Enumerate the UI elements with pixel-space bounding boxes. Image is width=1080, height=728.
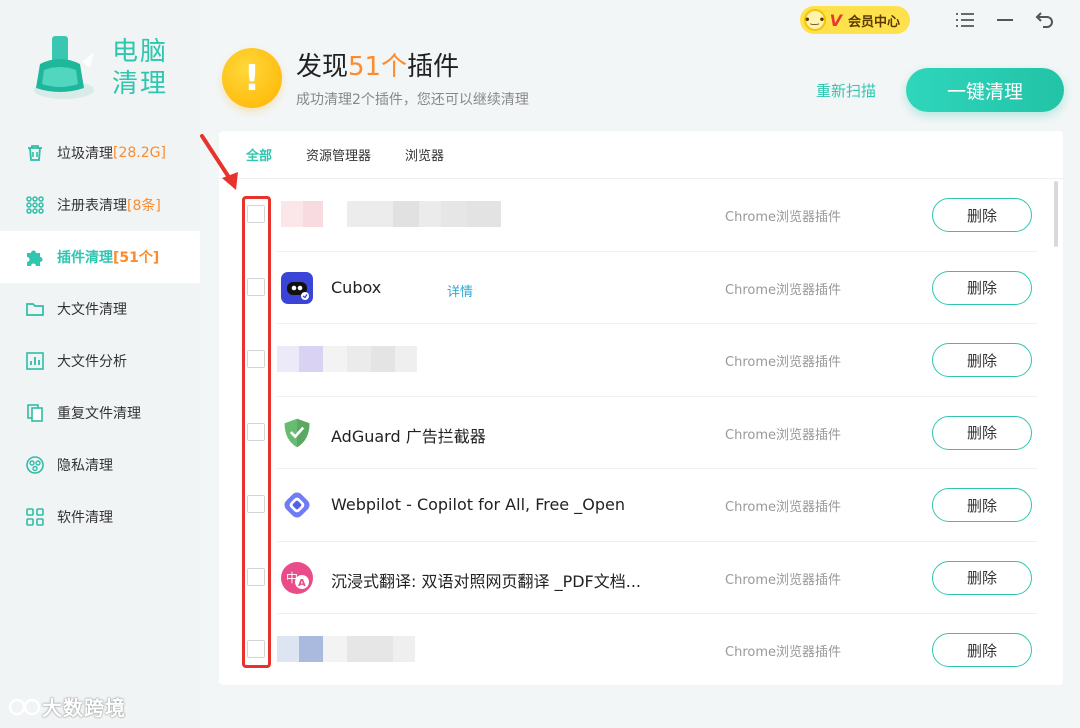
title-suffix: 插件 <box>407 52 460 82</box>
checkbox-highlight-annotation <box>242 196 271 668</box>
tab-browser[interactable]: 浏览器 <box>405 145 444 164</box>
vip-center-button[interactable]: •‿• V 会员中心 <box>799 6 910 34</box>
sidebar-nav: 垃圾清理 [28.2G] 注册表清理 [8条] 插件清理 [51个] 大文件清理 大文… <box>0 127 200 543</box>
scrollbar-thumb[interactable] <box>1054 181 1058 247</box>
plugin-name: Cubox <box>331 277 382 297</box>
privacy-icon <box>24 454 46 476</box>
apps-icon <box>24 506 46 528</box>
back-icon[interactable] <box>1034 9 1056 31</box>
delete-button[interactable]: 删除 <box>932 198 1032 232</box>
list-item: Webpilot - Copilot for All, Free _Open C… <box>219 469 1063 542</box>
sidebar-item-software-clean[interactable]: 软件清理 <box>0 491 200 543</box>
immersive-translate-icon: 中A <box>281 561 313 594</box>
delete-button[interactable]: 删除 <box>932 633 1032 667</box>
plugin-name: 沉浸式翻译: 双语对照网页翻译 _PDF文档... <box>331 571 641 591</box>
one-click-clean-button[interactable]: 一键清理 <box>906 68 1064 112</box>
puzzle-icon <box>24 246 46 268</box>
logo-text-line2: 清理 <box>112 69 169 99</box>
sidebar-item-label: 插件清理 <box>57 250 113 266</box>
watermark-text: 大数跨境 <box>42 696 126 720</box>
minimize-icon[interactable] <box>994 9 1016 31</box>
app-logo: 电脑 清理 <box>28 30 198 110</box>
page-title: 发现51个插件 <box>296 46 459 83</box>
list-item: AdGuard 广告拦截器 Chrome浏览器插件 删除 <box>219 397 1063 469</box>
cubox-icon <box>281 271 313 304</box>
list-item: Cubox 详情 Chrome浏览器插件 删除 <box>219 252 1063 324</box>
duplicate-icon <box>24 402 46 424</box>
delete-button[interactable]: 删除 <box>932 270 1032 305</box>
plugin-type: Chrome浏览器插件 <box>725 210 841 225</box>
plugin-count: 51个 <box>348 52 408 82</box>
sidebar-item-label: 大文件分析 <box>57 354 127 370</box>
vip-label: 会员中心 <box>847 14 900 30</box>
plugin-name: Webpilot - Copilot for All, Free _Open <box>331 495 625 514</box>
page-subtitle: 成功清理2个插件，您还可以继续清理 <box>296 92 529 108</box>
registry-grid-icon <box>24 194 46 216</box>
sidebar-item-label: 软件清理 <box>57 510 113 526</box>
tab-all[interactable]: 全部 <box>246 145 272 164</box>
svg-text:A: A <box>298 578 306 589</box>
redacted-name <box>281 201 501 227</box>
detail-link[interactable]: 详情 <box>447 281 473 300</box>
plugin-list: Chrome浏览器插件 删除 Cubox 详情 Chrome浏览器插件 删除 C… <box>219 179 1063 685</box>
list-item: Chrome浏览器插件 删除 <box>219 179 1063 252</box>
sidebar-item-plugin-clean[interactable]: 插件清理 [51个] <box>0 231 200 283</box>
list-item: Chrome浏览器插件 删除 <box>219 324 1063 397</box>
logo-text-line1: 电脑 <box>112 37 169 67</box>
filter-tabs: 全部 资源管理器 浏览器 <box>219 131 1063 179</box>
sidebar-item-privacy-clean[interactable]: 隐私清理 <box>0 439 200 491</box>
plugin-type: Chrome浏览器插件 <box>725 572 841 588</box>
logo-text: 电脑 清理 <box>112 36 168 100</box>
sidebar-item-junk-clean[interactable]: 垃圾清理 [28.2G] <box>0 127 200 179</box>
redacted-name <box>277 636 415 662</box>
webpilot-icon <box>281 489 313 521</box>
delete-button[interactable]: 删除 <box>932 343 1032 377</box>
main-content: •‿• V 会员中心 ! 发现51个插件 成功清理2个插件，您还可以继续清理 重… <box>200 0 1080 728</box>
watermark: 大数跨境 <box>8 692 126 721</box>
sidebar-item-large-file-analysis[interactable]: 大文件分析 <box>0 335 200 387</box>
sidebar-item-label: 垃圾清理 <box>57 146 113 162</box>
vip-avatar-icon: •‿• <box>803 9 826 31</box>
plugin-type: Chrome浏览器插件 <box>725 500 841 515</box>
sidebar-item-duplicate-clean[interactable]: 重复文件清理 <box>0 387 200 439</box>
list-item: 中A 沉浸式翻译: 双语对照网页翻译 _PDF文档... Chrome浏览器插件… <box>219 542 1063 614</box>
sidebar-item-badge: [8条] <box>127 198 161 214</box>
delete-button[interactable]: 删除 <box>932 415 1032 450</box>
delete-button[interactable]: 删除 <box>932 560 1032 595</box>
sidebar-item-label: 大文件清理 <box>57 302 127 318</box>
plugin-type: Chrome浏览器插件 <box>725 282 841 298</box>
title-prefix: 发现 <box>296 52 349 82</box>
plugin-type: Chrome浏览器插件 <box>725 427 841 443</box>
red-arrow-annotation <box>200 134 238 190</box>
tab-explorer[interactable]: 资源管理器 <box>306 145 371 164</box>
title-bar: •‿• V 会员中心 <box>799 6 1056 34</box>
adguard-icon <box>281 417 313 449</box>
list-item: Chrome浏览器插件 删除 <box>219 614 1063 685</box>
delete-button[interactable]: 删除 <box>932 488 1032 522</box>
sidebar-item-registry-clean[interactable]: 注册表清理 [8条] <box>0 179 200 231</box>
rescan-link[interactable]: 重新扫描 <box>816 80 876 101</box>
chart-icon <box>24 350 46 372</box>
plugin-name: AdGuard 广告拦截器 <box>331 426 486 446</box>
sidebar-item-large-file-clean[interactable]: 大文件清理 <box>0 283 200 335</box>
plugin-type: Chrome浏览器插件 <box>725 355 841 370</box>
broom-logo-icon <box>34 36 94 99</box>
sidebar-item-label: 重复文件清理 <box>57 406 141 422</box>
sidebar-item-label: 注册表清理 <box>57 198 127 214</box>
folder-icon <box>24 298 46 320</box>
watermark-logo-icon <box>8 698 41 715</box>
sidebar-item-badge: [28.2G] <box>113 145 166 161</box>
plugin-type: Chrome浏览器插件 <box>725 645 841 660</box>
redacted-name <box>277 346 417 372</box>
sidebar: 电脑 清理 垃圾清理[28.2G] 注册表清理[8条] 插件清理[51个] <box>0 0 200 728</box>
menu-icon[interactable] <box>954 9 976 31</box>
trash-icon <box>24 142 46 164</box>
warning-icon: ! <box>222 48 282 108</box>
vip-letter: V <box>829 10 842 30</box>
plugin-list-panel: 全部 资源管理器 浏览器 Chrome浏览器插件 删除 Cubox 详情 Chr… <box>219 131 1063 685</box>
sidebar-item-label: 隐私清理 <box>57 458 113 474</box>
sidebar-item-badge: [51个] <box>113 250 160 266</box>
